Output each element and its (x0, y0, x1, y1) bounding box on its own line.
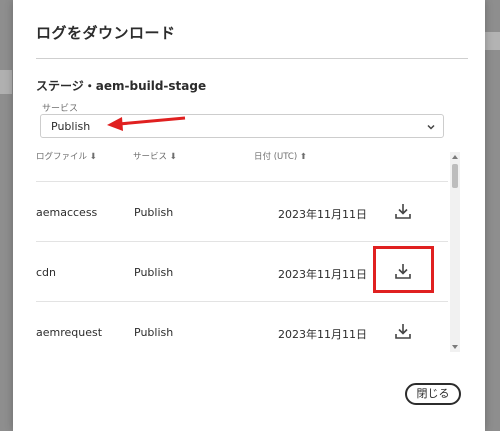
table-row: aemrequest Publish 2023年11月11日 (36, 301, 448, 362)
background-fragment-left (0, 70, 12, 94)
title-divider (36, 58, 468, 59)
scroll-down-icon[interactable] (452, 345, 458, 349)
arrow-left-icon (107, 116, 186, 131)
annotation-highlight-box (373, 246, 434, 293)
dialog-title: ログをダウンロード (36, 24, 176, 42)
download-logs-dialog: ログをダウンロード ステージ・aem-build-stage サービス Publ… (13, 0, 485, 431)
background-fragment-right (484, 32, 500, 50)
row-service: Publish (134, 266, 174, 279)
column-header-file[interactable]: ログファイル ⬇ (36, 150, 97, 162)
chevron-down-icon (427, 124, 435, 130)
row-file-name: aemrequest (36, 326, 103, 339)
row-service: Publish (134, 206, 174, 219)
column-header-date[interactable]: 日付 (UTC) ⬆ (254, 150, 307, 162)
environment-label: ステージ・aem-build-stage (36, 79, 207, 93)
service-select-value: Publish (51, 120, 91, 133)
close-button[interactable]: 閉じる (405, 383, 461, 405)
column-header-service[interactable]: サービス ⬇ (133, 150, 177, 162)
row-date: 2023年11月11日 (278, 268, 367, 281)
download-icon[interactable] (394, 322, 412, 340)
table-header: ログファイル ⬇ サービス ⬇ 日付 (UTC) ⬆ (36, 148, 446, 166)
service-field-label: サービス (42, 104, 79, 114)
table-row: aemaccess Publish 2023年11月11日 (36, 181, 448, 242)
service-select[interactable]: Publish (40, 114, 444, 138)
scroll-up-icon[interactable] (452, 155, 458, 159)
scroll-thumb[interactable] (452, 164, 458, 188)
row-date: 2023年11月11日 (278, 328, 367, 341)
row-date: 2023年11月11日 (278, 208, 367, 221)
row-service: Publish (134, 326, 174, 339)
row-file-name: aemaccess (36, 206, 98, 219)
table-scrollbar[interactable] (450, 152, 460, 352)
row-file-name: cdn (36, 266, 57, 279)
download-icon[interactable] (394, 202, 412, 220)
